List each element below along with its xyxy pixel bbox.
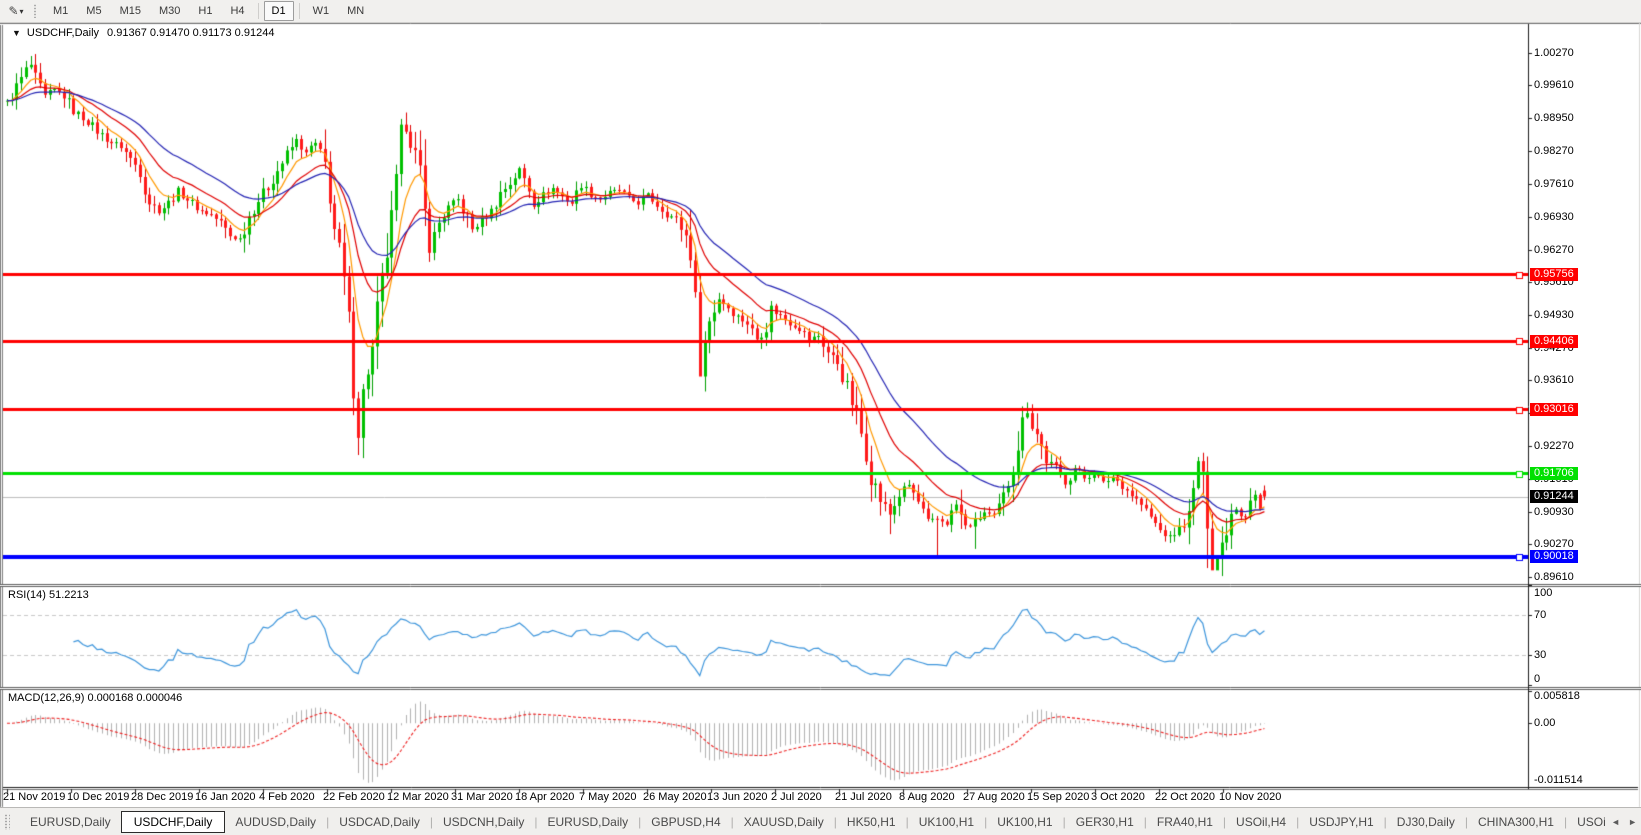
toolbar-separator: [258, 3, 259, 19]
chart-tab-dj30-daily[interactable]: DJ30,Daily: [1387, 812, 1465, 832]
timeframe-button-mn[interactable]: MN: [339, 1, 372, 21]
chart-tab-hk50-h1[interactable]: HK50,H1: [837, 812, 906, 832]
current-price-badge: 0.91244: [1530, 490, 1578, 503]
chart-tabs: EURUSD,DailyUSDCHF,DailyAUDUSD,Daily|USD…: [20, 811, 1637, 833]
date-axis-label: 3 Oct 2020: [1091, 791, 1145, 803]
date-axis-label: 22 Feb 2020: [323, 791, 385, 803]
toolbar-grip-handle[interactable]: [33, 4, 38, 18]
date-axis-label: 21 Nov 2019: [3, 791, 65, 803]
price-axis-label: 0.90270: [1534, 538, 1574, 550]
symbol-dropdown-icon[interactable]: ▼: [12, 28, 21, 38]
date-axis-label: 10 Dec 2019: [67, 791, 129, 803]
date-axis-label: 10 Nov 2020: [1219, 791, 1281, 803]
date-axis-label: 13 Jun 2020: [707, 791, 768, 803]
trading-app: ✎▾ M1M5M15M30H1H4 D1 W1MN ▼ USDCHF,Daily 0.9…: [0, 0, 1641, 835]
chart-tab-gbpusd-h4[interactable]: GBPUSD,H4: [641, 812, 730, 832]
chart-tab-fra40-h1[interactable]: FRA40,H1: [1147, 812, 1223, 832]
chart-tab-uk100-h1[interactable]: UK100,H1: [909, 812, 984, 832]
date-axis-label: 18 Apr 2020: [515, 791, 574, 803]
price-axis-label: 0.96270: [1534, 244, 1574, 256]
price-axis-label: 0.89610: [1534, 571, 1574, 583]
price-axis-label: 0.94930: [1534, 309, 1574, 321]
date-axis-label: 8 Aug 2020: [899, 791, 955, 803]
date-axis-label: 27 Aug 2020: [963, 791, 1025, 803]
price-chart-canvas[interactable]: [0, 23, 1641, 809]
timeframe-button-d1[interactable]: D1: [264, 1, 294, 21]
date-axis-label: 2 Jul 2020: [771, 791, 822, 803]
macd-axis-label: -0.011514: [1534, 774, 1583, 786]
date-axis-label: 4 Feb 2020: [259, 791, 315, 803]
macd-axis-label: 0.005818: [1534, 690, 1580, 702]
date-axis-label: 7 May 2020: [579, 791, 636, 803]
timeframe-toolbar: ✎▾ M1M5M15M30H1H4 D1 W1MN: [0, 0, 1641, 23]
timeframe-button-m5[interactable]: M5: [78, 1, 109, 21]
chart-tab-audusd-daily[interactable]: AUDUSD,Daily: [225, 812, 326, 832]
chart-tab-china300-h1[interactable]: CHINA300,H1: [1468, 812, 1564, 832]
price-line-badge-0.93016: 0.93016: [1530, 403, 1578, 416]
timeframe-button-h1[interactable]: H1: [190, 1, 220, 21]
scroll-right-icon[interactable]: ►: [1628, 817, 1637, 827]
chart-tab-uk100-h1[interactable]: UK100,H1: [987, 812, 1062, 832]
rsi-indicator-label: RSI(14) 51.2213: [8, 589, 89, 601]
price-line-badge-0.90018: 0.90018: [1530, 550, 1578, 563]
price-line-badge-0.91706: 0.91706: [1530, 467, 1578, 480]
chart-tab-ger30-h1[interactable]: GER30,H1: [1066, 812, 1144, 832]
date-axis-label: 31 Mar 2020: [451, 791, 513, 803]
tab-scroll-arrows: ◄ ►: [1605, 808, 1637, 835]
pencil-draw-icon[interactable]: ✎▾: [3, 2, 29, 20]
price-axis-label: 0.98950: [1534, 112, 1574, 124]
price-line-badge-0.94406: 0.94406: [1530, 335, 1578, 348]
chart-tab-usdcad-daily[interactable]: USDCAD,Daily: [329, 812, 430, 832]
price-line-badge-0.95756: 0.95756: [1530, 268, 1578, 281]
date-axis-label: 16 Jan 2020: [195, 791, 256, 803]
chart-tab-eurusd-daily[interactable]: EURUSD,Daily: [20, 812, 121, 832]
date-axis-label: 12 Mar 2020: [387, 791, 449, 803]
chart-tab-usdjpy-h1[interactable]: USDJPY,H1: [1299, 812, 1383, 832]
timeframe-button-m30[interactable]: M30: [151, 1, 188, 21]
chart-symbol-label: USDCHF,Daily: [27, 27, 99, 39]
chart-tab-eurusd-daily[interactable]: EURUSD,Daily: [537, 812, 638, 832]
chart-tab-bar: EURUSD,DailyUSDCHF,DailyAUDUSD,Daily|USD…: [0, 807, 1641, 835]
timeframe-button-m1[interactable]: M1: [45, 1, 76, 21]
rsi-axis-label: 70: [1534, 609, 1546, 621]
rsi-axis-label: 30: [1534, 649, 1546, 661]
date-axis-label: 22 Oct 2020: [1155, 791, 1215, 803]
timeframe-button-m15[interactable]: M15: [112, 1, 149, 21]
macd-axis-label: 0.00: [1534, 717, 1555, 729]
price-axis-label: 0.97610: [1534, 178, 1574, 190]
timeframe-button-h4[interactable]: H4: [222, 1, 252, 21]
macd-indicator-label: MACD(12,26,9) 0.000168 0.000046: [8, 692, 182, 704]
chart-tab-usdcnh-daily[interactable]: USDCNH,Daily: [433, 812, 534, 832]
chart-title: ▼ USDCHF,Daily 0.91367 0.91470 0.91173 0.9…: [12, 27, 274, 39]
rsi-axis-label: 100: [1534, 587, 1552, 599]
price-axis-label: 1.00270: [1534, 47, 1574, 59]
rsi-axis-label: 0: [1534, 673, 1540, 685]
chart-tab-usdchf-daily[interactable]: USDCHF,Daily: [121, 811, 226, 833]
date-axis-label: 15 Sep 2020: [1027, 791, 1089, 803]
price-axis-label: 0.99610: [1534, 79, 1574, 91]
price-axis-label: 0.90930: [1534, 506, 1574, 518]
date-axis-label: 26 May 2020: [643, 791, 707, 803]
scroll-left-icon[interactable]: ◄: [1611, 817, 1620, 827]
chevron-down-icon: ▾: [20, 7, 24, 16]
price-axis-label: 0.96930: [1534, 211, 1574, 223]
date-axis-label: 21 Jul 2020: [835, 791, 892, 803]
chart-ohlc-values: 0.91367 0.91470 0.91173 0.91244: [107, 27, 274, 39]
tabbar-grip-handle[interactable]: [4, 814, 10, 830]
chart-tab-usoil-h4[interactable]: USOil,H4: [1226, 812, 1296, 832]
timeframe-buttons: M1M5M15M30H1H4 D1 W1MN: [44, 1, 373, 21]
date-axis-label: 28 Dec 2019: [131, 791, 193, 803]
timeframe-button-w1[interactable]: W1: [305, 1, 338, 21]
price-axis-label: 0.92270: [1534, 440, 1574, 452]
price-axis-label: 0.98270: [1534, 145, 1574, 157]
price-axis-label: 0.93610: [1534, 374, 1574, 386]
toolbar-separator: [299, 3, 300, 19]
chart-tab-xauusd-daily[interactable]: XAUUSD,Daily: [734, 812, 834, 832]
